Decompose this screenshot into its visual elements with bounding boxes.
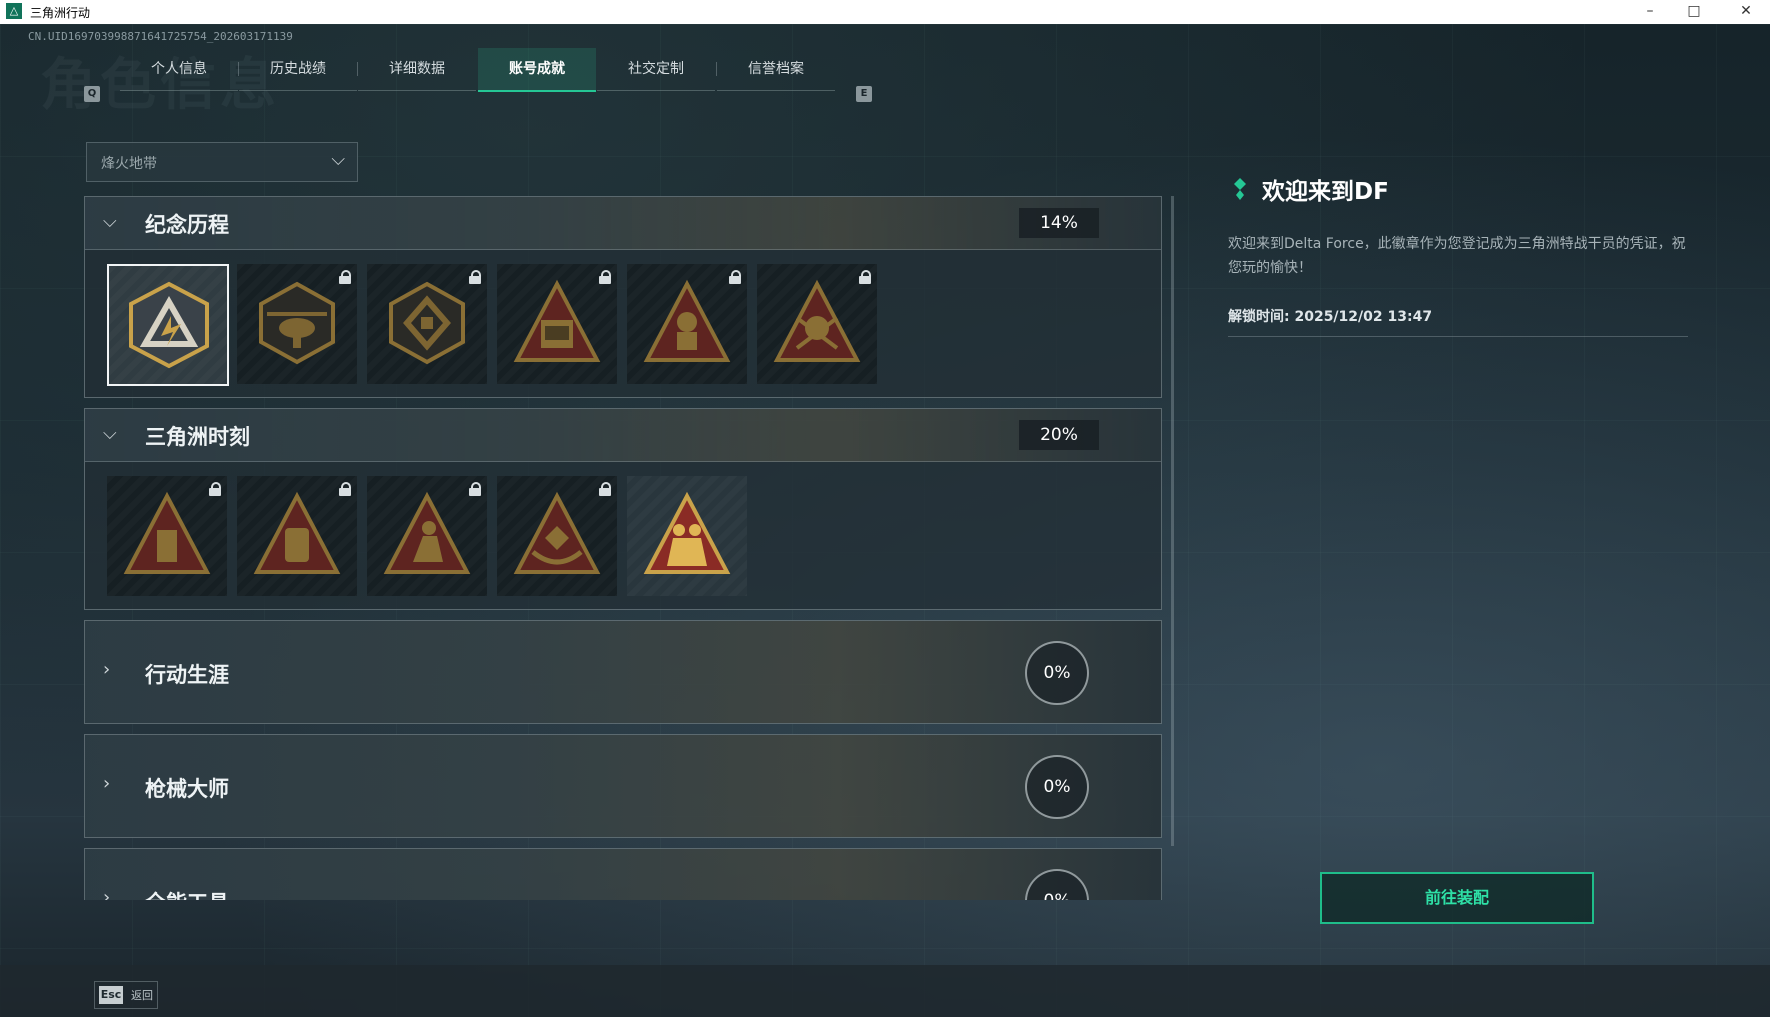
achievement-detail-title: 欢迎来到DF [1262, 179, 1389, 205]
tab-social-customization[interactable]: 社交定制 [597, 48, 715, 91]
lock-icon [469, 270, 481, 284]
section-header[interactable]: ⌵ 三角洲时刻 20% [85, 409, 1161, 462]
achievement-section-weapon-master: › 枪械大师 0% [84, 734, 1162, 838]
tab-account-achievements[interactable]: 账号成就 [478, 48, 596, 92]
chevron-down-icon: ⌵ [103, 423, 117, 444]
lock-icon [599, 482, 611, 496]
diamond-marker-icon [1234, 178, 1246, 200]
section-title: 全能工具 [145, 887, 229, 900]
section-progress: 20% [1019, 420, 1099, 450]
section-header[interactable]: › 行动生涯 0% [85, 621, 1161, 723]
tab-credit-record[interactable]: 信誉档案 [717, 48, 835, 91]
divider [1228, 336, 1688, 337]
lock-icon [469, 482, 481, 496]
mode-dropdown-value: 烽火地带 [101, 156, 157, 172]
skull-triangle-emblem-icon [773, 279, 861, 362]
section-progress: 0% [1025, 869, 1089, 900]
lock-icon [729, 270, 741, 284]
mode-dropdown[interactable]: 烽火地带 ⌵ [86, 142, 358, 182]
badge-locked[interactable] [367, 476, 487, 596]
section-title: 枪械大师 [145, 777, 229, 801]
section-title: 三角洲时刻 [145, 425, 250, 449]
kneeling-soldier-emblem-icon [383, 491, 471, 574]
section-title: 行动生涯 [145, 663, 229, 687]
crate-triangle-emblem-icon [513, 279, 601, 362]
maximize-button[interactable]: □ [1672, 0, 1716, 24]
badge-locked[interactable] [237, 476, 357, 596]
canister-triangle-emblem-icon [253, 491, 341, 574]
badge-row [85, 250, 1161, 398]
badge-locked[interactable] [497, 476, 617, 596]
chevron-down-icon: ⌵ [103, 211, 117, 232]
usb-triangle-emblem-icon [123, 491, 211, 574]
helicopter-emblem-icon [259, 281, 335, 365]
lock-icon [339, 270, 351, 284]
badge-locked[interactable] [367, 264, 487, 384]
squad-triangle-emblem-icon [643, 491, 731, 574]
section-title: 纪念历程 [145, 213, 229, 237]
prev-tab-key-hint[interactable]: Q [84, 86, 100, 102]
badge-row [85, 462, 1161, 610]
achievement-section-memorial: ⌵ 纪念历程 14% [84, 196, 1162, 398]
section-header[interactable]: ⌵ 纪念历程 14% [85, 197, 1161, 250]
chevron-right-icon: › [103, 659, 111, 680]
minimize-button[interactable]: – [1628, 0, 1672, 24]
section-progress: 0% [1025, 755, 1089, 819]
lock-icon [209, 482, 221, 496]
list-scrollbar[interactable] [1171, 196, 1174, 846]
achievement-detail-description: 欢迎来到Delta Force，此徽章作为您登记成为三角洲特战干员的凭证，祝您玩… [1228, 236, 1686, 276]
esc-key-hint: Esc [99, 986, 123, 1004]
chevron-right-icon: › [103, 887, 111, 900]
lock-icon [599, 270, 611, 284]
badge-locked[interactable] [757, 264, 877, 384]
badge-unlocked[interactable] [627, 476, 747, 596]
target-emblem-icon [389, 281, 465, 365]
window-titlebar: △ 三角洲行动 – □ ✕ [0, 0, 1770, 24]
footer-bar [0, 965, 1770, 1017]
achievement-section-career: › 行动生涯 0% [84, 620, 1162, 724]
section-progress: 14% [1019, 208, 1099, 238]
achievement-section-delta-moments: ⌵ 三角洲时刻 20% [84, 408, 1162, 610]
next-tab-key-hint[interactable]: E [856, 86, 872, 102]
badge-welcome-df[interactable] [107, 264, 229, 386]
lock-icon [859, 270, 871, 284]
section-progress: 0% [1025, 641, 1089, 705]
close-button[interactable]: ✕ [1724, 0, 1768, 24]
achievement-section-all-tools: › 全能工具 0% [84, 848, 1162, 900]
chevron-right-icon: › [103, 773, 111, 794]
goto-equip-button[interactable]: 前往装配 [1320, 872, 1594, 924]
operator-triangle-emblem-icon [643, 279, 731, 362]
chevron-down-icon: ⌵ [331, 149, 345, 170]
lock-icon [339, 482, 351, 496]
back-label: 返回 [131, 989, 153, 1002]
badge-locked[interactable] [107, 476, 227, 596]
badge-locked[interactable] [237, 264, 357, 384]
hands-core-emblem-icon [513, 491, 601, 574]
tab-battle-history[interactable]: 历史战绩 [239, 48, 357, 91]
section-header[interactable]: › 全能工具 0% [85, 849, 1161, 900]
tab-personal-info[interactable]: 个人信息 [120, 48, 238, 91]
back-button[interactable]: Esc 返回 [94, 981, 158, 1009]
app-logo-icon: △ [6, 3, 22, 19]
delta-shield-emblem-icon [129, 281, 209, 369]
window-title: 三角洲行动 [30, 6, 91, 20]
badge-locked[interactable] [627, 264, 747, 384]
tab-detailed-data[interactable]: 详细数据 [358, 48, 476, 91]
achievement-list[interactable]: ⌵ 纪念历程 14% ⌵ 三角洲时刻 20% › 行动生涯 0% › 枪械大师 … [84, 196, 1174, 900]
section-header[interactable]: › 枪械大师 0% [85, 735, 1161, 837]
badge-locked[interactable] [497, 264, 617, 384]
achievement-unlock-time: 解锁时间: 2025/12/02 13:47 [1228, 309, 1433, 325]
